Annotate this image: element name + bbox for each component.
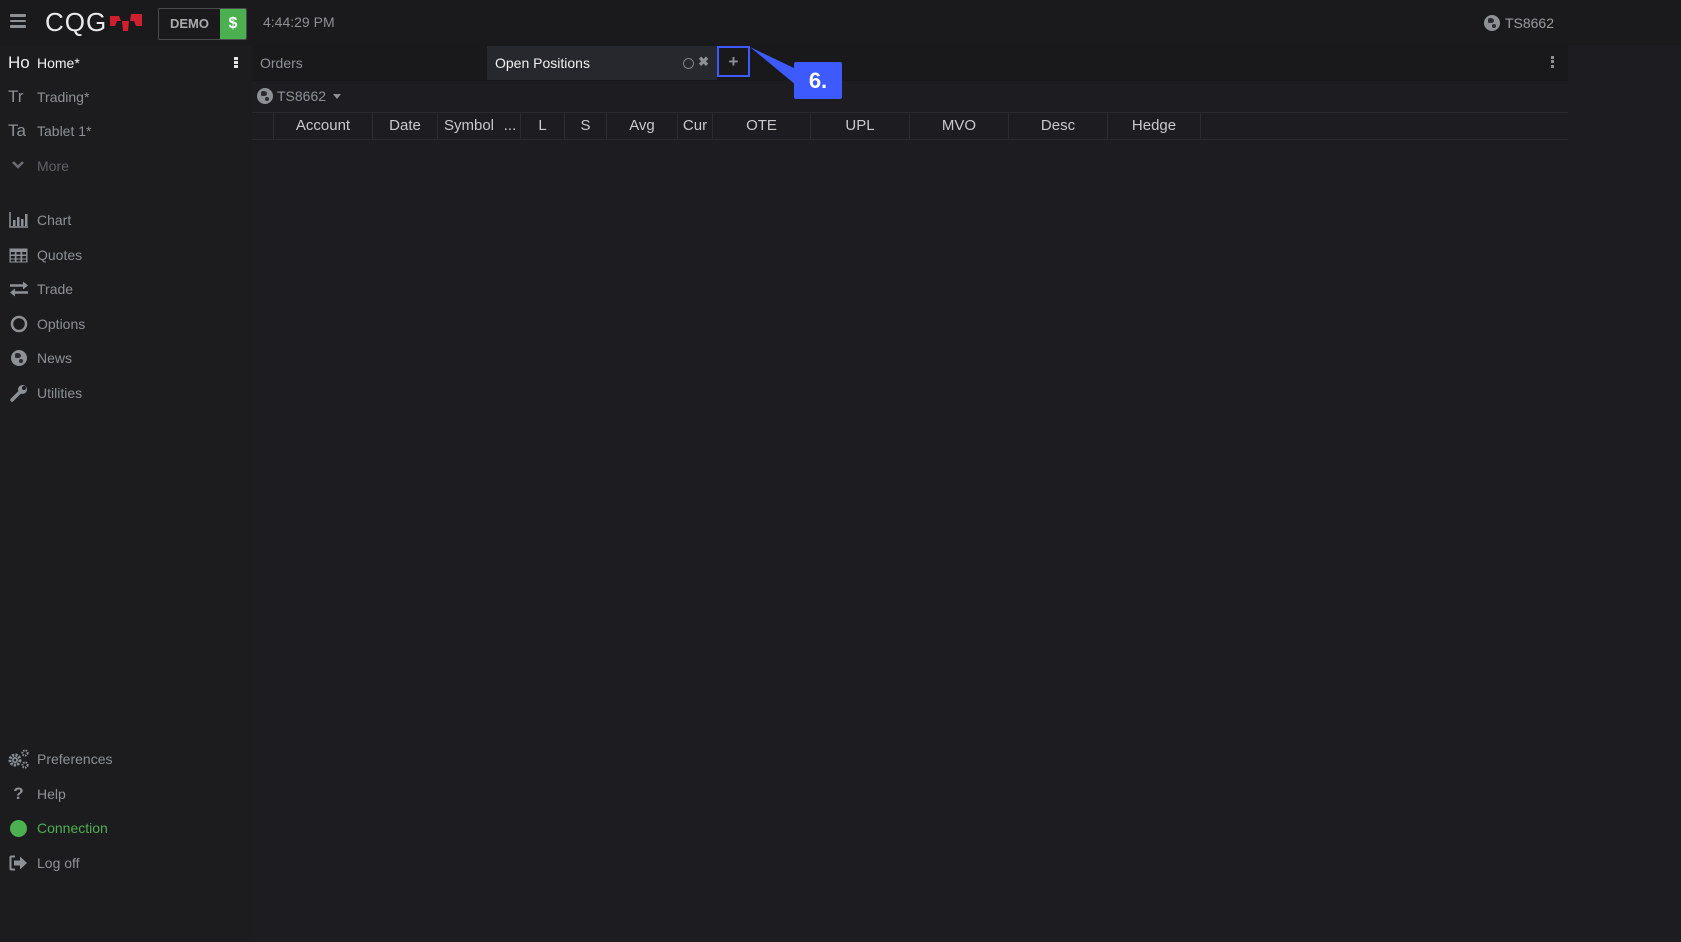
nav-connection[interactable]: Connection [0,812,252,844]
workspace-trading[interactable]: Tr Trading* [0,81,252,113]
account-indicator[interactable]: TS8662 [1483,15,1554,31]
workspace-more[interactable]: More [0,150,252,182]
nav-label: Connection [37,820,108,836]
nav-label: Chart [37,212,72,228]
nav-label: Utilities [37,385,83,401]
demo-mode-indicator: DEMO $ [158,8,247,40]
chevron-down-icon [0,157,37,175]
account-selector[interactable]: TS8662 [257,88,342,104]
nav-news[interactable]: News [0,342,252,374]
tab-label: Open Positions [495,55,590,71]
nav-options[interactable]: Options [0,308,252,340]
connection-status-icon [10,819,27,837]
column-header[interactable]: Account [274,113,373,139]
panel-tab-bar: Orders Open Positions ✖ + [252,45,1568,81]
column-header[interactable]: Cur [678,113,713,139]
column-header[interactable]: S [565,113,607,139]
main-panel: Orders Open Positions ✖ + 6. TS8662 Acco… [252,45,1681,942]
cqg-logo: CQG [45,7,143,37]
nav-chart[interactable]: Chart [0,204,252,236]
positions-table-body [252,139,1568,929]
step-callout-badge: 6. [794,62,842,99]
nav-label: Quotes [37,247,83,263]
column-header[interactable]: Hedge [1108,113,1201,139]
tab-status-circle-icon[interactable] [683,58,694,69]
nav-label: Log off [37,855,80,871]
nav-label: Help [37,786,66,802]
column-header[interactable]: Desc [1009,113,1108,139]
add-tab-button[interactable]: + [717,46,750,77]
workspace-abbr: Ta [8,121,26,140]
workspace-label: Tablet 1* [37,123,92,139]
globe-icon-wrap [0,350,37,366]
exchange-icon [0,281,37,297]
circle-icon [0,315,37,333]
nav-help[interactable]: ? Help [0,778,252,810]
nav-preferences[interactable]: Preferences [0,743,252,775]
gears-icon [0,749,37,769]
workspace-menu-icon[interactable] [234,57,238,69]
logo-mark-icon [110,14,143,31]
sidebar: Ho Home* Tr Trading* Ta Tablet 1* More C… [0,45,252,942]
demo-label: DEMO [159,9,220,39]
workspace-label: Trading* [37,89,90,105]
account-selector-label: TS8662 [277,88,327,104]
wrench-icon [0,384,37,402]
column-header[interactable]: ... [500,113,521,139]
plus-icon: + [728,52,739,71]
globe-icon [257,88,273,104]
dollar-button[interactable]: $ [220,9,246,39]
globe-icon [10,350,27,366]
nav-log-off[interactable]: Log off [0,847,252,879]
column-header[interactable]: UPL [811,113,910,139]
hamburger-menu-icon[interactable] [10,14,26,28]
more-label: More [37,158,69,174]
workspace-abbr: Ho [8,53,30,72]
nav-label: Options [37,316,86,332]
column-header[interactable]: Symbol [438,113,500,139]
column-header[interactable]: Avg [607,113,678,139]
globe-icon [1483,15,1500,31]
nav-utilities[interactable]: Utilities [0,377,252,409]
sign-out-icon [0,855,37,871]
column-header[interactable]: L [521,113,565,139]
connection-status-icon-wrap [0,819,37,837]
column-header[interactable]: OTE [713,113,811,139]
column-header[interactable]: MVO [910,113,1009,139]
tab-orders[interactable]: Orders [260,55,303,71]
close-icon[interactable]: ✖ [698,54,709,70]
question-icon: ? [13,784,24,803]
positions-table-header: Account Date Symbol ... L S Avg Cur OTE … [252,112,1568,140]
workspace-home[interactable]: Ho Home* [0,47,252,79]
logo-text: CQG [45,7,108,37]
nav-label: News [37,350,73,366]
column-header[interactable]: Date [373,113,438,139]
nav-trade[interactable]: Trade [0,273,252,305]
clock: 4:44:29 PM [263,14,335,30]
workspace-label: Home* [37,55,80,71]
column-header-handle[interactable] [252,113,274,139]
nav-label: Trade [37,281,74,297]
top-bar: CQG DEMO $ 4:44:29 PM TS8662 [0,0,1681,45]
account-label: TS8662 [1504,15,1554,31]
panel-menu-icon[interactable] [1551,56,1554,69]
workspace-abbr: Tr [8,87,24,106]
table-icon [0,248,37,263]
tab-open-positions[interactable]: Open Positions ✖ [487,46,717,80]
nav-label: Preferences [37,751,113,767]
nav-quotes[interactable]: Quotes [0,239,252,271]
bar-chart-icon [0,212,37,228]
workspace-tablet[interactable]: Ta Tablet 1* [0,115,252,147]
caret-down-icon [333,93,342,99]
